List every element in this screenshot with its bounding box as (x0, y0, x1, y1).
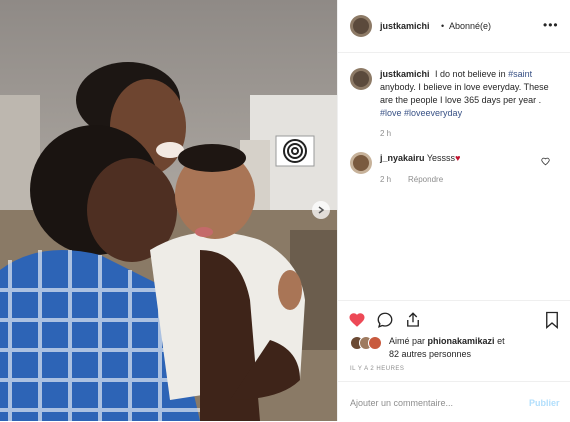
caption-username[interactable]: justkamichi (380, 69, 430, 79)
bookmark-save-icon[interactable] (544, 311, 560, 329)
separator-dot: • (441, 21, 445, 31)
liked-by-conj: et (497, 336, 505, 346)
red-heart-emoji: ♥ (455, 153, 461, 163)
commenter-username[interactable]: j_nyakairu (380, 153, 425, 163)
share-icon[interactable] (404, 311, 422, 329)
post-details-panel: justkamichi • Abonné(e) ••• justkamichi … (337, 0, 570, 421)
publish-button[interactable]: Publier (529, 398, 560, 408)
family-photo-image (0, 0, 337, 421)
post-photo[interactable] (0, 0, 337, 421)
liker-username[interactable]: phionakamikazi (428, 336, 495, 346)
liker-avatar (368, 336, 382, 350)
hashtag-love[interactable]: #love (380, 108, 402, 118)
caption-text-after: anybody. I believe in love everyday. The… (380, 82, 549, 105)
likes-summary: Aimé par phionakamikazi et 82 autres per… (389, 335, 564, 361)
caption-author-avatar[interactable] (350, 68, 372, 90)
comment-bubble-icon[interactable] (376, 311, 394, 329)
commenter-avatar[interactable] (350, 152, 372, 174)
add-comment-box[interactable]: Ajouter un commentaire... Publier (338, 381, 570, 422)
comment-input[interactable]: Ajouter un commentaire... (350, 398, 453, 408)
caption-time: 2 h (380, 129, 392, 138)
next-photo-button[interactable] (312, 201, 330, 219)
reply-button[interactable]: Répondre (408, 175, 443, 184)
author-username[interactable]: justkamichi (380, 21, 430, 31)
comment-time: 2 h (380, 175, 392, 184)
post-header: justkamichi • Abonné(e) ••• (338, 0, 570, 53)
chevron-right-icon (318, 206, 325, 214)
caption-text-before: I do not believe in (435, 69, 506, 79)
author-avatar[interactable] (350, 15, 372, 37)
heart-like-icon[interactable] (348, 311, 366, 329)
hashtag-loveeveryday[interactable]: #loveeveryday (404, 108, 462, 118)
comment-body: Yessss (426, 153, 456, 163)
caption-text: justkamichi I do not believe in #saint a… (380, 68, 560, 120)
comment-text: j_nyakairu Yessss♥ (380, 153, 460, 163)
liked-by-prefix: Aimé par (389, 336, 426, 346)
post-timestamp[interactable]: IL Y A 2 HEURES (350, 366, 404, 372)
likes-count-link[interactable]: 82 autres personnes (389, 349, 471, 359)
like-comment-icon[interactable] (541, 157, 550, 166)
more-options-icon[interactable]: ••• (543, 18, 559, 32)
follow-status[interactable]: Abonné(e) (449, 21, 491, 31)
hashtag-saint[interactable]: #saint (508, 69, 532, 79)
